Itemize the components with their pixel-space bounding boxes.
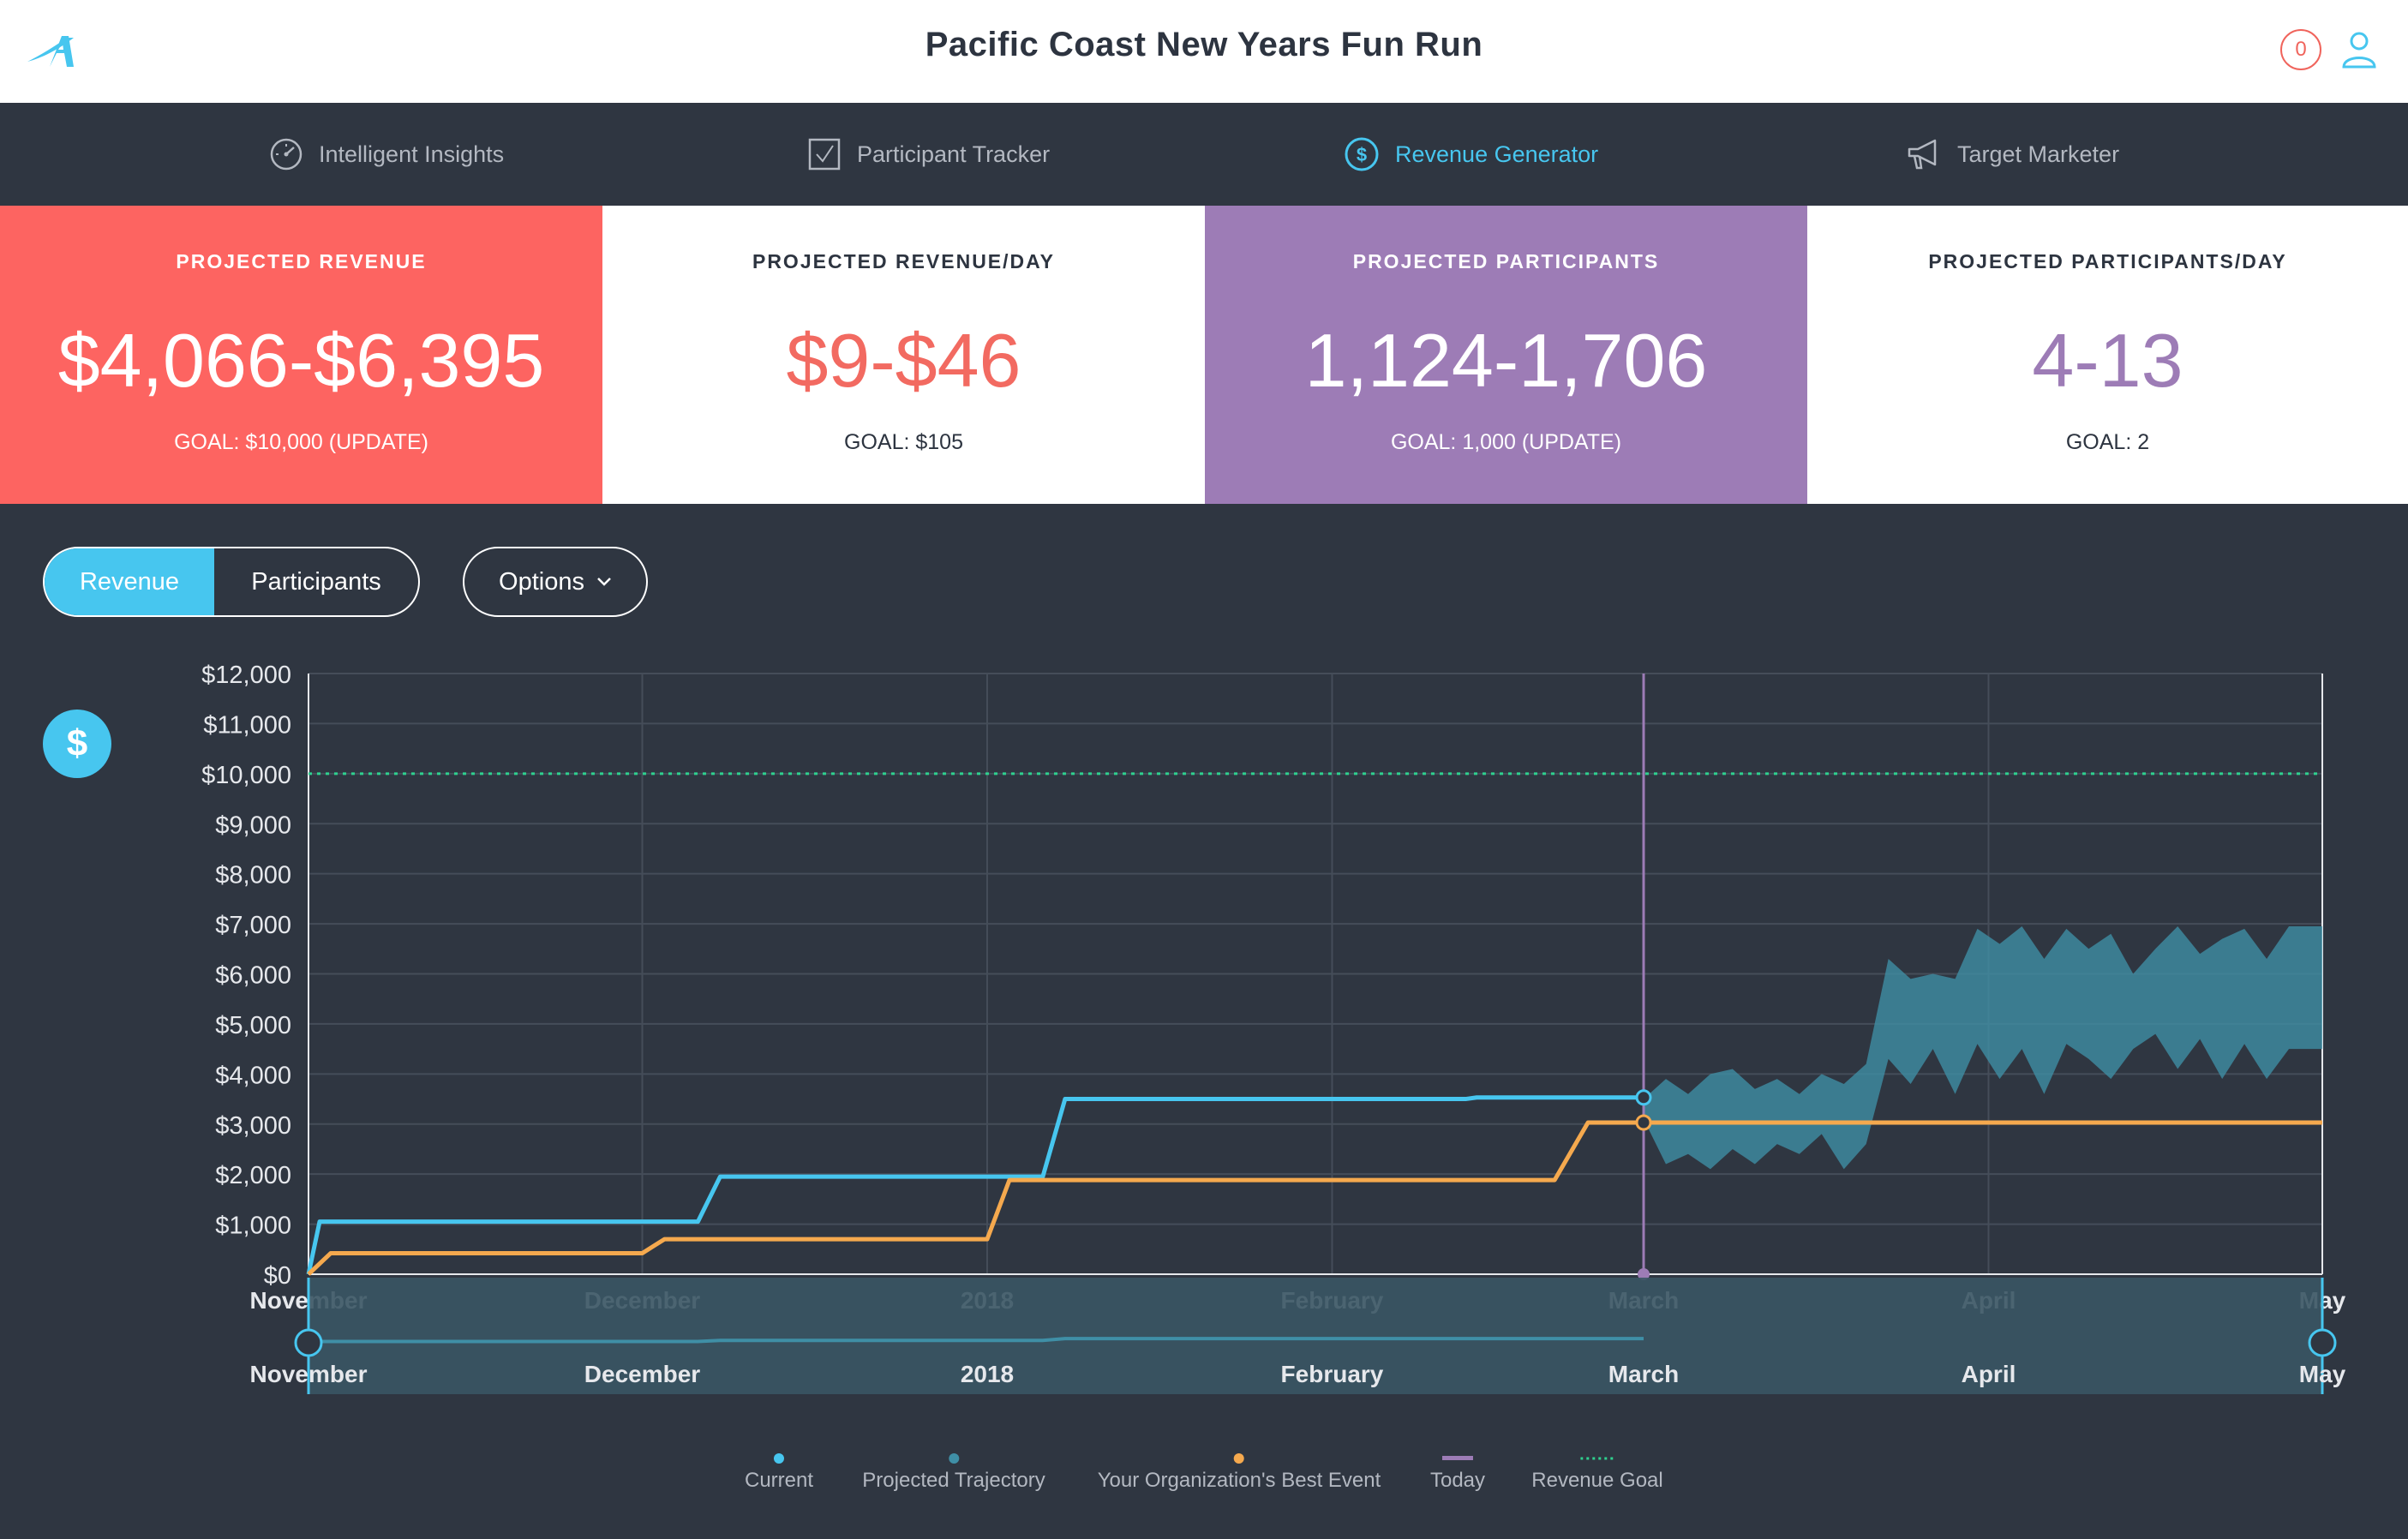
best-event-today-point: [1635, 1114, 1652, 1131]
toggle-revenue-button[interactable]: Revenue: [45, 548, 214, 615]
kpi-goal-link[interactable]: GOAL: $10,000 (UPDATE): [0, 430, 602, 455]
app-header: Pacific Coast New Years Fun Run 0: [0, 0, 2408, 103]
y-tick-label: $4,000: [215, 1062, 291, 1089]
nav-item-target-marketer[interactable]: Target Marketer: [1906, 134, 2119, 175]
kpi-label: PROJECTED REVENUE: [176, 250, 427, 272]
legend-swatch: [862, 1448, 1045, 1469]
megaphone-icon: [1908, 139, 1937, 170]
range-handle-left[interactable]: [294, 1328, 323, 1357]
dollar-circle-icon: $: [1345, 137, 1379, 171]
nav-item-participant-tracker[interactable]: Participant Tracker: [807, 134, 1050, 175]
kpi-card-projected-revenue-per-day: PROJECTED REVENUE/DAY $9-$46 GOAL: $105: [602, 206, 1205, 504]
kpi-value: $9-$46: [786, 318, 1021, 403]
kpi-value: 1,124-1,706: [1304, 318, 1708, 403]
chevron-down-icon: [597, 578, 611, 586]
y-tick-label: $8,000: [215, 862, 291, 889]
nav-label: Target Marketer: [1957, 141, 2120, 167]
revenue-chart: $0 $1,000 $2,000 $3,000 $4,000 $5,000 $6,000 $7…: [201, 662, 2346, 1394]
nav-item-intelligent-insights[interactable]: Intelligent Insights: [269, 134, 504, 175]
navigator-tick-label: December: [584, 1361, 701, 1387]
legend-label: Projected Trajectory: [862, 1469, 1045, 1492]
navigator-tick-label: May: [2299, 1361, 2346, 1387]
nav-label: Participant Tracker: [857, 141, 1051, 167]
legend-item[interactable]: Your Organization's Best Event: [1098, 1448, 1381, 1493]
navigator-tick-label: November: [250, 1361, 368, 1387]
y-tick-label: $5,000: [215, 1012, 291, 1039]
svg-text:$: $: [1357, 144, 1367, 165]
y-tick-label: $2,000: [215, 1162, 291, 1189]
kpi-card-projected-participants: PROJECTED PARTICIPANTS 1,124-1,706 GOAL:…: [1205, 206, 1807, 504]
navigator-tick-label: April: [1962, 1361, 2016, 1387]
legend-item[interactable]: Current: [745, 1448, 813, 1493]
legend-swatch: [1531, 1448, 1662, 1469]
nav-label: Revenue Generator: [1395, 141, 1599, 167]
notification-badge[interactable]: 0: [2280, 29, 2321, 70]
projected-trajectory-band: [1644, 926, 2322, 1170]
kpi-value: $4,066-$6,395: [57, 318, 545, 403]
y-tick-label: $6,000: [215, 962, 291, 990]
legend-swatch: [1430, 1448, 1485, 1469]
metric-toggle: Revenue Participants: [43, 547, 420, 617]
y-tick-label: $0: [264, 1262, 291, 1290]
legend-item[interactable]: Revenue Goal: [1531, 1448, 1663, 1493]
kpi-card-projected-revenue: PROJECTED REVENUE $4,066-$6,395 GOAL: $1…: [0, 206, 602, 504]
y-tick-label: $9,000: [215, 811, 291, 839]
kpi-goal: GOAL: 2: [2065, 430, 2150, 454]
legend-swatch: [745, 1448, 813, 1469]
y-tick-label: $12,000: [201, 662, 291, 689]
options-dropdown[interactable]: Options: [463, 547, 648, 617]
navigator-tick-label: March: [1608, 1361, 1679, 1387]
speedometer-icon: [270, 138, 302, 171]
nav-item-revenue-generator[interactable]: $ Revenue Generator: [1344, 134, 1598, 175]
legend-item[interactable]: Projected Trajectory: [862, 1448, 1045, 1493]
navigator-tick-label: February: [1281, 1361, 1384, 1387]
user-icon[interactable]: [2340, 29, 2378, 70]
main-nav: Intelligent Insights Participant Tracker…: [0, 103, 2408, 206]
nav-label: Intelligent Insights: [319, 141, 505, 167]
y-tick-label: $1,000: [215, 1213, 291, 1240]
legend-item[interactable]: Today: [1430, 1448, 1485, 1493]
legend-label: Today: [1429, 1469, 1486, 1492]
kpi-label: PROJECTED REVENUE/DAY: [752, 250, 1055, 272]
y-tick-label: $7,000: [215, 912, 291, 939]
kpi-value: 4-13: [2032, 318, 2183, 403]
current-today-point: [1635, 1089, 1652, 1106]
legend-label: Revenue Goal: [1531, 1469, 1663, 1492]
kpi-label: PROJECTED PARTICIPANTS/DAY: [1928, 250, 2287, 272]
toggle-participants-button[interactable]: Participants: [214, 548, 418, 615]
best_event-series-line: [307, 1120, 2322, 1276]
navigator-tick-label: 2018: [961, 1361, 1014, 1387]
checkbox-icon: [808, 138, 841, 171]
options-label: Options: [499, 567, 584, 596]
kpi-goal: GOAL: $105: [844, 430, 963, 454]
legend-label: Current: [744, 1469, 814, 1492]
y-tick-label: $3,000: [215, 1112, 291, 1140]
legend-swatch: [1098, 1448, 1381, 1469]
y-tick-label: $11,000: [203, 711, 291, 739]
range-handle-right[interactable]: [2308, 1328, 2337, 1357]
kpi-label: PROJECTED PARTICIPANTS: [1352, 250, 1660, 272]
chart-legend: Current Projected Trajectory Your Organiza…: [0, 1448, 2408, 1517]
legend-label: Your Organization's Best Event: [1097, 1469, 1381, 1492]
y-tick-label: $10,000: [201, 762, 291, 789]
kpi-goal-link[interactable]: GOAL: 1,000 (UPDATE): [1205, 430, 1807, 455]
page-title: Pacific Coast New Years Fun Run: [925, 26, 1483, 63]
kpi-card-projected-participants-per-day: PROJECTED PARTICIPANTS/DAY 4-13 GOAL: 2: [1807, 206, 2408, 504]
